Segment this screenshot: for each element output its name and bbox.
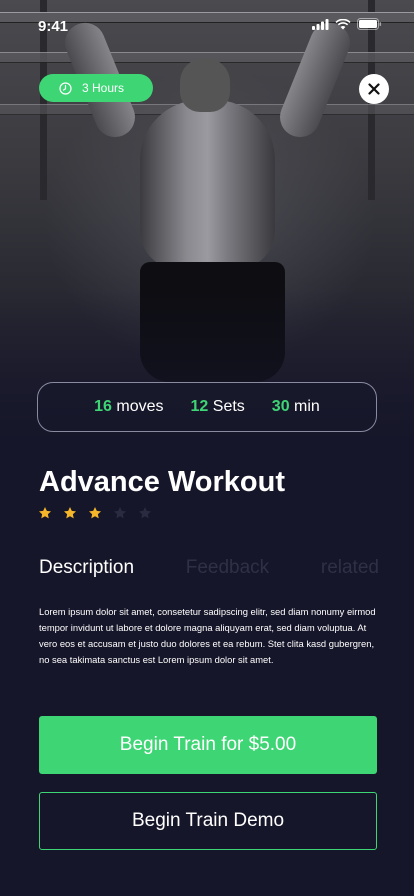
athlete-back	[140, 100, 275, 270]
star-filled-icon	[38, 507, 52, 519]
star-empty-icon	[113, 507, 127, 519]
close-icon	[368, 83, 380, 95]
tab-description[interactable]: Description	[39, 557, 134, 579]
star-empty-icon	[138, 507, 152, 519]
hero-gradient	[0, 290, 414, 470]
signal-icon	[312, 18, 329, 30]
athlete-head	[180, 58, 230, 112]
begin-demo-button[interactable]: Begin Train Demo	[39, 792, 377, 850]
wifi-icon	[335, 18, 351, 29]
star-filled-icon	[63, 507, 77, 519]
clock-icon	[59, 81, 72, 95]
close-button[interactable]	[359, 74, 389, 104]
battery-icon	[357, 18, 382, 30]
stat-moves-unit: moves	[116, 398, 164, 415]
status-time: 9:41	[38, 18, 69, 35]
stat-sets-unit: Sets	[212, 398, 245, 415]
status-bar: 9:41	[0, 0, 414, 46]
tab-feedback[interactable]: Feedback	[186, 557, 269, 579]
rating-stars	[38, 506, 152, 520]
duration-label: 3 Hours	[82, 81, 125, 95]
duration-badge: 3 Hours	[39, 74, 153, 102]
begin-train-button[interactable]: Begin Train for $5.00	[39, 716, 377, 774]
stat-sets: 12 Sets	[191, 398, 245, 416]
stat-time: 30 min	[272, 398, 320, 416]
stat-moves: 16 moves	[94, 398, 163, 416]
stat-time-unit: min	[294, 398, 320, 415]
status-icons	[312, 18, 382, 30]
stat-sets-value: 12	[190, 398, 209, 415]
detail-tabs: Description Feedback related	[39, 557, 379, 579]
workout-description: Lorem ipsum dolor sit amet, consetetur s…	[39, 606, 376, 665]
workout-title: Advance Workout	[39, 466, 286, 498]
tab-related[interactable]: related	[321, 557, 379, 579]
stat-time-value: 30	[271, 398, 290, 415]
star-filled-icon	[88, 507, 102, 519]
stat-moves-value: 16	[94, 398, 112, 415]
workout-stats: 16 moves 12 Sets 30 min	[37, 382, 377, 432]
